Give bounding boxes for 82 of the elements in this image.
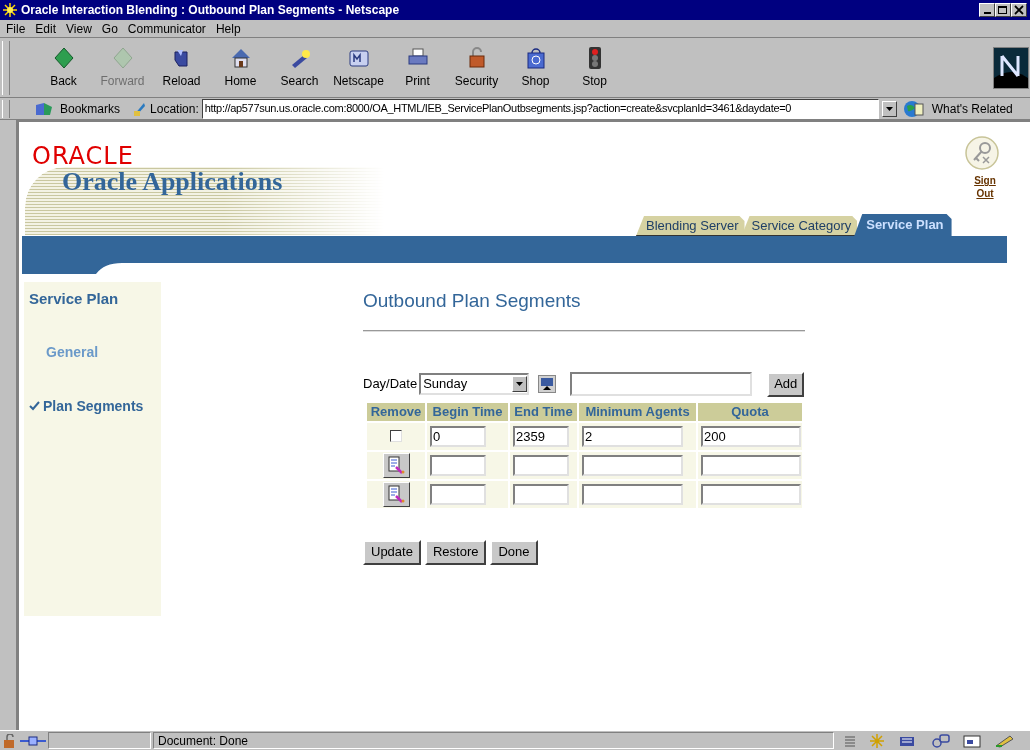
location-label: Location: bbox=[150, 100, 199, 118]
document-pencil-icon bbox=[387, 456, 405, 474]
toolbar-grip[interactable] bbox=[2, 99, 10, 118]
app-title: Oracle Applications bbox=[62, 169, 283, 195]
column-header: Quota bbox=[698, 402, 802, 421]
toolbar-button[interactable]: Shop bbox=[506, 40, 565, 95]
whats-related-button[interactable]: What's Related bbox=[902, 99, 1013, 118]
maximize-icon bbox=[997, 5, 1009, 15]
table-input-field[interactable] bbox=[513, 483, 569, 505]
table-input-field[interactable]: 2359 bbox=[513, 425, 569, 447]
tab[interactable]: Service Category bbox=[741, 216, 858, 236]
toolbar-button[interactable]: Search bbox=[270, 40, 329, 95]
toolbar-button[interactable]: Print bbox=[388, 40, 447, 95]
column-header: Remove bbox=[367, 402, 425, 421]
table-input-field[interactable]: 200 bbox=[701, 425, 801, 447]
table-input-field[interactable] bbox=[430, 454, 486, 476]
menu-item[interactable]: File bbox=[6, 19, 26, 38]
chat-icon[interactable] bbox=[930, 733, 950, 748]
table-input-field[interactable] bbox=[513, 454, 569, 476]
check-icon bbox=[29, 401, 40, 411]
document-pencil-icon bbox=[387, 485, 405, 503]
netscape-logo[interactable] bbox=[993, 46, 1029, 89]
toolbar-grip[interactable] bbox=[2, 40, 10, 95]
back-icon bbox=[52, 45, 75, 70]
forward-icon bbox=[111, 45, 134, 70]
oracle-logo: ORACLE bbox=[32, 144, 134, 168]
close-icon bbox=[1013, 5, 1025, 15]
sign-out-link[interactable]: Sign Out bbox=[969, 174, 1001, 200]
calendar-icon[interactable] bbox=[538, 375, 557, 393]
toolbar-button[interactable]: Security bbox=[447, 40, 506, 95]
page-heading: Outbound Plan Segments bbox=[363, 289, 582, 313]
shop-icon bbox=[524, 45, 547, 70]
action-button[interactable]: Done bbox=[490, 539, 538, 565]
table-input-field[interactable] bbox=[582, 454, 683, 476]
maximize-button[interactable] bbox=[995, 3, 1011, 17]
bookmarks-button[interactable]: Bookmarks bbox=[34, 99, 121, 118]
toolbar-button[interactable]: Home bbox=[211, 40, 270, 95]
table-input-field[interactable]: 0 bbox=[430, 425, 486, 447]
menu-item[interactable]: Go bbox=[101, 19, 118, 38]
key-icon[interactable] bbox=[965, 136, 999, 170]
add-button[interactable]: Add bbox=[767, 371, 805, 397]
column-header: Begin Time bbox=[427, 402, 508, 421]
caret-icon bbox=[516, 382, 524, 386]
table-input-field[interactable]: 2 bbox=[582, 425, 683, 447]
day-select[interactable]: Sunday bbox=[419, 373, 530, 395]
menu-item[interactable]: Communicator bbox=[127, 19, 206, 38]
table-input-field[interactable] bbox=[582, 483, 683, 505]
remove-checkbox[interactable] bbox=[390, 430, 402, 442]
toolbar-button[interactable]: Reload bbox=[152, 40, 211, 95]
toolbar-button[interactable]: Netscape bbox=[329, 40, 388, 95]
action-button[interactable]: Update bbox=[363, 539, 421, 565]
star-burst-icon[interactable] bbox=[868, 733, 886, 748]
connection-icon bbox=[20, 734, 46, 747]
menu-item[interactable]: View bbox=[66, 19, 92, 38]
close-button[interactable] bbox=[1011, 3, 1027, 17]
column-header: Minimum Agents bbox=[579, 402, 696, 421]
date-field[interactable] bbox=[570, 372, 753, 396]
menu-item[interactable]: Help bbox=[215, 19, 241, 38]
sidebar-heading: Service Plan bbox=[29, 289, 120, 309]
table-input-field[interactable] bbox=[701, 483, 801, 505]
caret-icon bbox=[885, 106, 893, 111]
minimize-button[interactable] bbox=[979, 3, 995, 17]
new-row-button[interactable] bbox=[382, 452, 410, 478]
day-date-label: Day/Date bbox=[363, 375, 418, 394]
tab[interactable]: Blending Server bbox=[636, 216, 745, 236]
sidebar-link[interactable]: Plan Segments bbox=[29, 395, 161, 417]
new-row-button[interactable] bbox=[382, 481, 410, 507]
menu-item[interactable]: Edit bbox=[35, 19, 57, 38]
toolbar-button[interactable]: Stop bbox=[565, 40, 624, 95]
table-input-field[interactable] bbox=[430, 483, 486, 505]
minimize-icon bbox=[983, 12, 991, 14]
toolbar-button[interactable]: Back bbox=[34, 40, 93, 95]
table-input-field[interactable] bbox=[701, 454, 801, 476]
status-text: Document: Done bbox=[153, 732, 834, 749]
tab[interactable]: Service Plan bbox=[854, 214, 952, 236]
pen-icon[interactable] bbox=[994, 733, 1016, 748]
window-title: Oracle Interaction Blending : Outbound Plan Segments - Netscape bbox=[21, 2, 401, 19]
url-field[interactable]: http://ap577sun.us.oracle.com:8000/OA_HTML/IEB_ServicePlanOutbsegments.jsp?action=create&svcplanId=3461&daydate=0 bbox=[201, 98, 879, 119]
star-burst-icon bbox=[3, 3, 17, 17]
dropdown-button[interactable] bbox=[881, 100, 897, 117]
column-header: End Time bbox=[510, 402, 577, 421]
action-button[interactable]: Restore bbox=[424, 539, 487, 565]
